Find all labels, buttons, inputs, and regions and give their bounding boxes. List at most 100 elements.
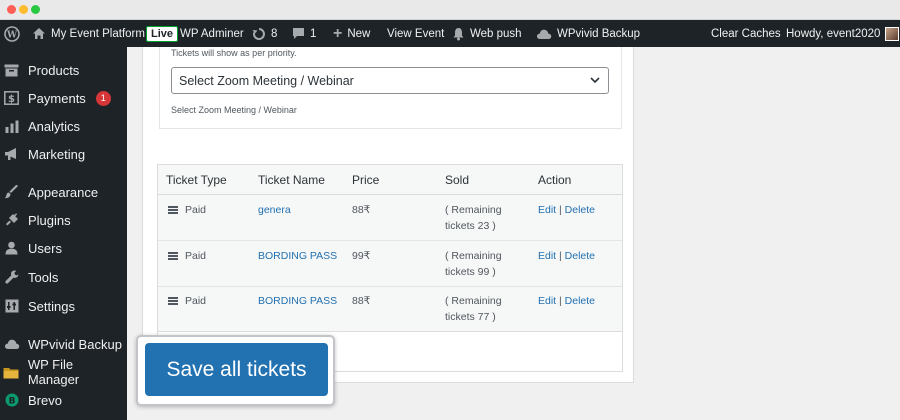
sidebar-item-label: Plugins — [28, 212, 71, 228]
wp-logo-menu[interactable]: W — [4, 20, 20, 47]
view-event-label: View Event — [387, 27, 445, 40]
cloud-icon — [536, 29, 552, 39]
updates-menu[interactable]: 8 — [252, 20, 277, 47]
window-close-button[interactable] — [7, 5, 16, 14]
live-status-badge[interactable]: Live — [146, 20, 179, 47]
sidebar-item-users[interactable]: Users — [0, 234, 127, 262]
sidebar-item-label: Users — [28, 240, 62, 256]
comments-menu[interactable]: 1 — [292, 20, 316, 47]
ticket-type: Paid — [185, 295, 207, 307]
clear-caches-label: Clear Caches — [711, 27, 781, 40]
zoom-meeting-select[interactable]: Select Zoom Meeting / Webinar — [171, 67, 609, 94]
wordpress-logo-icon: W — [4, 25, 20, 42]
action-separator: | — [559, 295, 562, 307]
drag-handle-icon[interactable] — [168, 297, 178, 305]
sidebar-item-wp-file-manager[interactable]: WP File Manager — [0, 357, 127, 387]
action-separator: | — [559, 250, 562, 262]
sidebar-item-plugins[interactable]: Plugins — [0, 206, 127, 234]
edit-ticket-link[interactable]: Edit — [538, 250, 556, 262]
delete-ticket-link[interactable]: Delete — [565, 250, 595, 262]
ticket-sold-line2: tickets 99 ) — [445, 266, 496, 278]
wp-adminer-link[interactable]: WP Adminer — [180, 20, 244, 47]
delete-ticket-link[interactable]: Delete — [565, 295, 595, 307]
edit-ticket-link[interactable]: Edit — [538, 295, 556, 307]
comments-count: 1 — [310, 27, 317, 40]
sidebar-item-wpvivid-backup[interactable]: WPvivid Backup — [0, 330, 127, 358]
bar-chart-icon — [3, 118, 20, 135]
sidebar-item-label: Analytics — [28, 118, 81, 134]
sidebar-item-label: WPvivid Backup — [28, 336, 122, 352]
sidebar-item-analytics[interactable]: Analytics — [0, 112, 127, 140]
edit-ticket-link[interactable]: Edit — [538, 204, 556, 216]
zoom-select-help: Select Zoom Meeting / Webinar — [171, 105, 297, 115]
ticket-name-link[interactable]: BORDING PASS — [258, 293, 337, 309]
web-push-menu[interactable]: Web push — [452, 20, 522, 47]
row-divider — [158, 240, 622, 241]
user-account-menu[interactable]: Howdy, event2020 — [786, 20, 900, 47]
archive-icon — [3, 62, 20, 79]
ticket-type: Paid — [185, 204, 207, 216]
sidebar-item-products[interactable]: Products — [0, 56, 127, 84]
live-badge-label: Live — [146, 25, 179, 42]
admin-sidebar: Products $ Payments 1 Analytics Marketin… — [0, 47, 127, 420]
web-push-label: Web push — [470, 27, 522, 40]
sidebar-item-label: WP File Manager — [27, 357, 80, 387]
window-zoom-button[interactable] — [31, 5, 40, 14]
plug-icon — [3, 212, 20, 229]
home-icon — [33, 28, 45, 39]
ticket-name-link[interactable]: genera — [258, 202, 291, 218]
sidebar-item-label: Payments — [28, 90, 86, 106]
zoom-select-value: Select Zoom Meeting / Webinar — [179, 73, 354, 88]
ticket-sold-line1: ( Remaining — [445, 250, 502, 262]
view-event-link[interactable]: View Event — [387, 20, 444, 47]
paintbrush-icon — [3, 184, 20, 201]
clear-caches-button[interactable]: Clear Caches — [711, 20, 781, 47]
save-all-tickets-button[interactable]: Save all tickets — [145, 343, 328, 396]
new-content-menu[interactable]: + New — [333, 20, 370, 47]
ticket-name-link[interactable]: BORDING PASS — [258, 248, 337, 264]
priority-note: Tickets will show as per priority. — [171, 48, 297, 58]
brevo-logo-icon: B — [3, 392, 20, 409]
window-minimize-button[interactable] — [19, 5, 28, 14]
drag-handle-icon[interactable] — [168, 206, 178, 214]
wpvivid-backup-label: WPvivid Backup — [557, 27, 641, 40]
ticket-price: 88₹ — [352, 204, 371, 216]
sidebar-item-tools[interactable]: Tools — [0, 263, 127, 291]
svg-text:B: B — [8, 397, 15, 407]
wpvivid-backup-menu[interactable]: WPvivid Backup — [536, 20, 640, 47]
sidebar-item-settings[interactable]: Settings — [0, 292, 127, 320]
site-name-menu[interactable]: My Event Platform — [32, 20, 145, 47]
sidebar-item-label: Appearance — [28, 184, 99, 200]
row-actions: Edit | Delete — [538, 295, 595, 307]
svg-text:W: W — [6, 30, 18, 40]
sidebar-item-label: Products — [28, 62, 80, 78]
ticket-sold-line1: ( Remaining — [445, 204, 502, 216]
row-actions: Edit | Delete — [538, 204, 595, 216]
megaphone-icon — [3, 146, 20, 163]
payments-count-badge: 1 — [95, 90, 111, 106]
sidebar-item-payments[interactable]: $ Payments 1 — [0, 84, 127, 112]
sidebar-item-label: Tools — [28, 269, 59, 285]
sidebar-item-label: Marketing — [28, 146, 86, 162]
sidebar-item-marketing[interactable]: Marketing — [0, 140, 127, 168]
ticket-sold-line2: tickets 23 ) — [445, 220, 496, 232]
folder-icon — [3, 364, 20, 381]
site-name-label: My Event Platform — [51, 27, 145, 40]
comment-bubble-icon — [293, 28, 304, 39]
sidebar-item-appearance[interactable]: Appearance — [0, 178, 127, 206]
column-header-ticket-type: Ticket Type — [166, 173, 227, 187]
drag-handle-icon[interactable] — [168, 252, 178, 260]
column-header-ticket-name: Ticket Name — [258, 173, 325, 187]
updates-icon — [252, 27, 265, 40]
ticket-sold-line1: ( Remaining — [445, 295, 502, 307]
sidebar-item-label: Brevo — [28, 392, 62, 408]
dollar-icon: $ — [3, 90, 20, 107]
delete-ticket-link[interactable]: Delete — [565, 204, 595, 216]
admin-bar: W My Event Platform Live WP Adminer 8 1 … — [0, 20, 900, 47]
row-divider — [158, 286, 622, 287]
sidebar-item-brevo[interactable]: B Brevo — [0, 386, 127, 414]
updates-count: 8 — [271, 27, 278, 40]
column-header-sold: Sold — [445, 173, 470, 187]
avatar — [885, 26, 900, 41]
plus-icon: + — [333, 24, 343, 42]
